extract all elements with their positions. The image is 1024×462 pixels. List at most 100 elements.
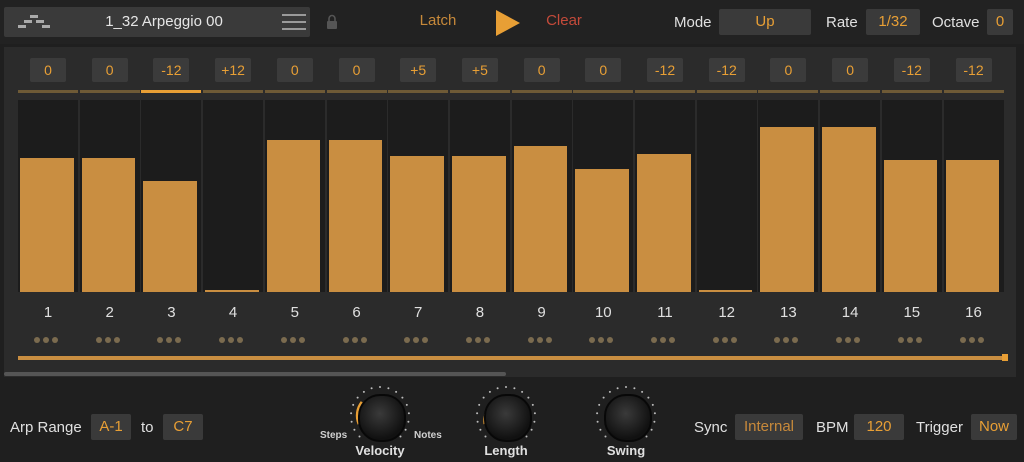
octave-value[interactable]: 0 <box>987 9 1013 35</box>
step-velocity-bar[interactable] <box>945 160 1000 292</box>
velocity-knob[interactable] <box>358 394 406 442</box>
step-column[interactable] <box>203 100 264 292</box>
step-pitch[interactable]: 0 <box>338 58 375 82</box>
horizontal-scrollbar[interactable] <box>4 372 506 376</box>
step-indicator <box>511 90 572 93</box>
step-pitch[interactable]: -12 <box>955 58 992 82</box>
rate-dropdown[interactable]: 1/32 <box>866 9 920 35</box>
step-pitch[interactable]: -12 <box>153 58 190 82</box>
trigger-dropdown[interactable]: Now <box>971 414 1017 440</box>
step-velocity-bar[interactable] <box>637 154 691 292</box>
step-indicator <box>881 90 942 93</box>
step-indicator <box>264 90 325 93</box>
step-indicator <box>326 90 387 93</box>
step-pitch[interactable]: 0 <box>523 58 560 82</box>
step-options-icon[interactable] <box>589 330 619 343</box>
step-pitch[interactable]: 0 <box>91 58 128 82</box>
step-indicator <box>635 90 695 93</box>
sequence-end-marker[interactable] <box>1002 354 1008 361</box>
step-number: 2 <box>105 304 114 321</box>
step-pitch[interactable]: 0 <box>585 58 622 82</box>
step-options-icon[interactable] <box>219 330 249 343</box>
step-velocity-bar[interactable] <box>328 140 383 292</box>
step-options-icon[interactable] <box>959 330 990 343</box>
step-velocity-bar[interactable] <box>883 160 938 292</box>
step-velocity-bar[interactable] <box>822 127 876 292</box>
step-number: 3 <box>167 304 176 321</box>
step-pitch[interactable]: 0 <box>276 58 313 82</box>
step-pitch[interactable]: 0 <box>30 58 66 82</box>
trigger-label: Trigger <box>916 419 963 436</box>
step-velocity-bar[interactable] <box>81 158 136 292</box>
notes-label: Notes <box>414 430 442 441</box>
latch-button[interactable]: Latch <box>408 12 468 29</box>
step-options-icon[interactable] <box>897 330 928 343</box>
step-number: 15 <box>903 304 921 321</box>
preset-selector[interactable]: 1_32 Arpeggio 00 <box>4 7 310 37</box>
step-velocity-bar[interactable] <box>20 158 74 292</box>
length-label: Length <box>484 443 528 458</box>
step-pitch[interactable]: +5 <box>461 58 498 82</box>
top-toolbar: 1_32 Arpeggio 00 Latch Clear Mode Up Rat… <box>0 0 1024 44</box>
step-options-icon[interactable] <box>34 330 64 343</box>
step-options-icon[interactable] <box>651 330 681 343</box>
step-velocity-bar[interactable] <box>451 156 506 292</box>
step-indicator <box>449 90 510 93</box>
octave-label: Octave <box>932 14 980 31</box>
step-options-icon[interactable] <box>712 330 743 343</box>
step-options-icon[interactable] <box>95 330 126 343</box>
arp-range-from[interactable]: A-1 <box>91 414 131 440</box>
step-pitch[interactable]: -12 <box>708 58 745 82</box>
sequence-scroll-thumb[interactable] <box>18 356 1002 360</box>
step-velocity-bar[interactable] <box>513 146 568 292</box>
step-options-icon[interactable] <box>280 330 311 343</box>
step-pitch[interactable]: 0 <box>832 58 869 82</box>
step-pitch[interactable]: -12 <box>647 58 683 82</box>
step-number: 11 <box>657 304 673 321</box>
step-pitch[interactable]: 0 <box>770 58 807 82</box>
step-number: 5 <box>290 304 299 321</box>
step-options-icon[interactable] <box>342 330 373 343</box>
step-options-icon[interactable] <box>774 330 804 343</box>
step-options-icon[interactable] <box>836 330 866 343</box>
step-number: 16 <box>965 304 982 321</box>
step-indicator <box>18 90 78 93</box>
bpm-value[interactable]: 120 <box>854 414 904 440</box>
step-pitch[interactable]: +12 <box>215 58 252 82</box>
step-velocity-bar[interactable] <box>205 290 259 292</box>
step-number: 9 <box>537 304 546 321</box>
step-velocity-bar[interactable] <box>390 156 444 292</box>
step-velocity-bar[interactable] <box>143 181 198 292</box>
step-options-icon[interactable] <box>527 330 558 343</box>
step-options-icon[interactable] <box>404 330 434 343</box>
step-pitch[interactable]: +5 <box>400 58 437 82</box>
clear-button[interactable]: Clear <box>538 12 590 29</box>
step-velocity-bar[interactable] <box>575 169 629 292</box>
step-pitch[interactable]: -12 <box>893 58 930 82</box>
step-velocity-bar[interactable] <box>266 140 321 292</box>
step-velocity-bar[interactable] <box>760 127 815 292</box>
step-options-icon[interactable] <box>465 330 496 343</box>
arp-range-to[interactable]: C7 <box>163 414 203 440</box>
step-indicator <box>141 90 202 93</box>
step-number: 13 <box>780 304 797 321</box>
step-options-icon[interactable] <box>157 330 187 343</box>
step-indicator <box>388 90 449 93</box>
step-indicator <box>943 90 1004 93</box>
lock-icon[interactable] <box>326 14 338 30</box>
step-number: 14 <box>841 304 859 321</box>
swing-label: Swing <box>606 443 646 458</box>
step-number: 4 <box>228 304 238 321</box>
swing-knob[interactable] <box>604 394 652 442</box>
play-icon[interactable] <box>496 10 520 36</box>
length-knob[interactable] <box>484 394 532 442</box>
sync-label: Sync <box>694 419 728 436</box>
step-indicator <box>758 90 819 93</box>
menu-icon[interactable] <box>282 14 306 30</box>
step-velocity-bar[interactable] <box>698 290 753 292</box>
step-column[interactable] <box>696 100 757 292</box>
sync-dropdown[interactable]: Internal <box>735 414 803 440</box>
step-indicator <box>79 90 140 93</box>
mode-dropdown[interactable]: Up <box>719 9 811 35</box>
preset-name: 1_32 Arpeggio 00 <box>105 13 223 30</box>
